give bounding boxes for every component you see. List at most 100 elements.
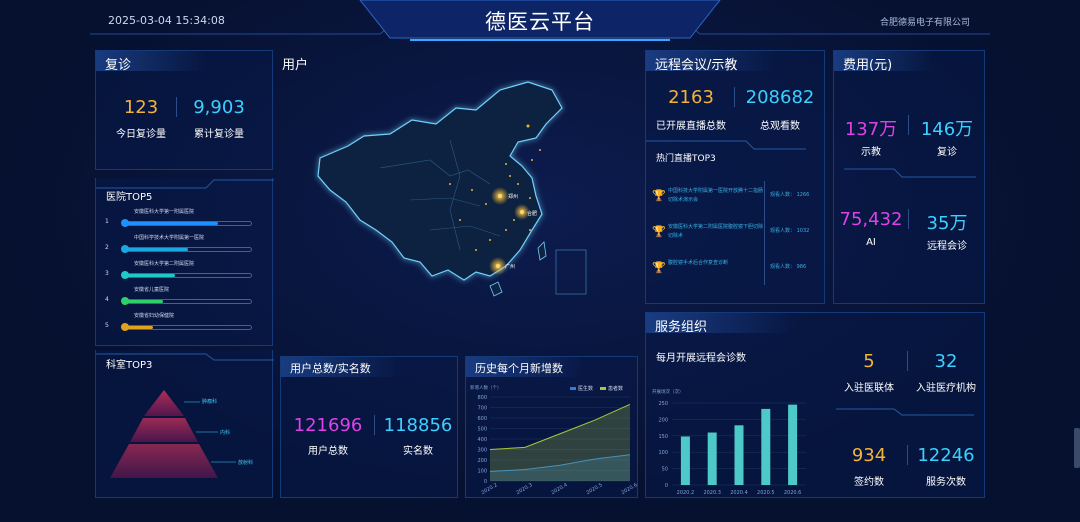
hospital-progress-dot [121, 297, 129, 305]
svc-sign-label: 签约数 [854, 477, 884, 488]
history-y-tick: 0 [484, 479, 487, 485]
trophy-icon: 🏆 [652, 261, 666, 274]
hospital-progress-fill [125, 222, 219, 225]
hospital-progress-bar [121, 297, 252, 305]
svc-org-value: 32 [934, 351, 958, 372]
svc-alliance-value: 5 [863, 351, 875, 372]
china-map [317, 81, 587, 297]
hospital-rank-number: 1 [105, 218, 109, 225]
user-real-value: 118856 [383, 415, 453, 436]
service-bar [761, 408, 771, 485]
fees-panel: 费用(元) 137万 示教 146万 复诊 75,432 AI 35万 远程会诊 [833, 50, 985, 304]
fee-ai-label: AI [866, 237, 876, 248]
history-y-tick: 400 [477, 437, 487, 443]
svc-alliance-label: 入驻医联体 [844, 383, 894, 394]
live-item-count: 观看人数： 986 [770, 264, 807, 270]
history-legend-swatch [600, 387, 606, 390]
hospital-rank-number: 5 [105, 322, 109, 329]
service-y-tick: 200 [658, 417, 668, 423]
remote-meeting-panel: 远程会议/示教 2163 已开展直播总数 208682 总观看数 热门直播TOP… [645, 50, 825, 304]
history-y-tick: 800 [477, 395, 487, 401]
service-bar [734, 425, 744, 485]
hospital-name: 中国科学技术大学附属第一医院 [134, 235, 205, 241]
service-x-tick: 2020.6 [784, 490, 802, 496]
live-item-count: 观看人数： 1266 [770, 192, 810, 198]
svc-times-value: 12246 [917, 445, 975, 466]
user-totals-panel: 用户总数/实名数 121696 用户总数 118856 实名数 [280, 356, 458, 498]
service-y-tick: 50 [662, 467, 668, 473]
service-x-tick: 2020.2 [677, 490, 695, 496]
revisit-total-value: 9,903 [193, 97, 245, 118]
fee-revisit-value: 146万 [920, 119, 974, 140]
service-chart-title: 每月开展远程会诊数 [656, 353, 746, 364]
history-y-unit: 新增人数（个） [470, 384, 502, 391]
history-y-tick: 300 [477, 448, 487, 454]
view-total-label: 总观看数 [760, 121, 800, 132]
hospital-progress-fill [125, 300, 163, 303]
history-legend-label: 患者数 [608, 385, 623, 392]
service-bar [788, 404, 798, 485]
side-scroll-handle[interactable] [1074, 428, 1080, 468]
dept-pyramid [110, 390, 236, 478]
service-y-tick: 0 [665, 483, 668, 489]
history-x-tick: 2020.4 [550, 482, 568, 496]
live-item-name[interactable]: 腹腔镜手术后合作复查诊断 [668, 259, 764, 268]
live-item-count: 观看人数： 1032 [770, 228, 810, 234]
service-bar [707, 432, 717, 485]
fee-consult-value: 35万 [926, 213, 968, 234]
history-chart: 新增人数（个）01002003004005006007008002020.2 20… [470, 384, 639, 496]
fee-demo-value: 137万 [844, 119, 898, 140]
revisit-panel: 复诊 123 今日复诊量 9,903 累计复诊量 [95, 50, 273, 170]
live-item-name[interactable]: 中国科技大学附属第一医院开放腾十二指肠切除术演示会 [668, 187, 764, 205]
service-x-tick: 2020.5 [757, 490, 775, 496]
fee-demo-label: 示教 [861, 147, 881, 158]
live-item-name[interactable]: 安徽医科大学第二附属医院腹腔镜下胆切除切除术 [668, 223, 764, 241]
hospital-progress-bar [121, 245, 252, 253]
trophy-icon: 🏆 [652, 225, 666, 238]
hospital-top5-panel: 医院TOP5 1 安徽医科大学第一附属医院 2 中国科学技术大学附属第一医院 3 安徽医科… [95, 178, 274, 346]
users-map-title: 用户 [282, 58, 309, 73]
remote-meeting-title: 远程会议/示教 [655, 58, 738, 73]
dept-label-3: 放射科 [238, 460, 254, 466]
history-y-tick: 600 [477, 416, 487, 422]
svc-sign-value: 934 [851, 445, 887, 466]
service-chart: 开展场次（次） 0 50 100 150 200 250 2020.2 2020.3 2020.4… [652, 388, 806, 496]
history-area-1 [490, 404, 630, 481]
map-city-3: 广州 [505, 264, 516, 270]
history-x-tick: 2020.5 [585, 482, 603, 496]
live-top3-title: 热门直播TOP3 [656, 154, 716, 164]
hospital-progress-bar [121, 219, 252, 227]
service-title: 服务组织 [655, 320, 708, 335]
service-panel: 服务组织 每月开展远程会诊数 开展场次（次） 0 50 100 150 200 250 202… [645, 312, 985, 498]
fees-title: 费用(元) [843, 58, 893, 73]
hospital-progress-dot [121, 323, 129, 331]
live-list-divider [764, 181, 765, 285]
history-y-tick: 200 [477, 458, 487, 464]
map-city-2: 合肥 [527, 211, 538, 217]
hospital-name: 安徽省妇幼保健院 [134, 313, 175, 319]
page-title: 德医云平台 [485, 10, 595, 34]
hospital-progress-bar [121, 323, 252, 331]
live-total-label: 已开展直播总数 [656, 121, 726, 132]
revisit-total-label: 累计复诊量 [194, 129, 244, 140]
hospital-name: 安徽医科大学第二附属医院 [134, 261, 195, 267]
hospital-progress-bar [121, 271, 252, 279]
user-real-label: 实名数 [403, 446, 433, 457]
service-bar [680, 436, 690, 485]
history-y-tick: 500 [477, 427, 487, 433]
user-total-value: 121696 [293, 415, 363, 436]
history-title: 历史每个月新增数 [475, 362, 563, 375]
fee-consult-label: 远程会诊 [927, 241, 967, 252]
user-totals-title: 用户总数/实名数 [290, 362, 371, 375]
hospital-top5-title: 医院TOP5 [106, 192, 153, 203]
hospital-name: 安徽省儿童医院 [134, 287, 170, 293]
fee-ai-value: 75,432 [839, 209, 903, 230]
hospital-progress-fill [125, 274, 176, 277]
service-y-tick: 250 [658, 401, 668, 407]
dept-top3-title: 科室TOP3 [106, 360, 153, 371]
hospital-progress-fill [125, 326, 153, 329]
svc-org-label: 入驻医疗机构 [916, 383, 976, 394]
history-x-tick: 2020.6 [620, 482, 638, 496]
fee-revisit-label: 复诊 [937, 147, 957, 158]
history-legend-swatch [570, 387, 576, 390]
